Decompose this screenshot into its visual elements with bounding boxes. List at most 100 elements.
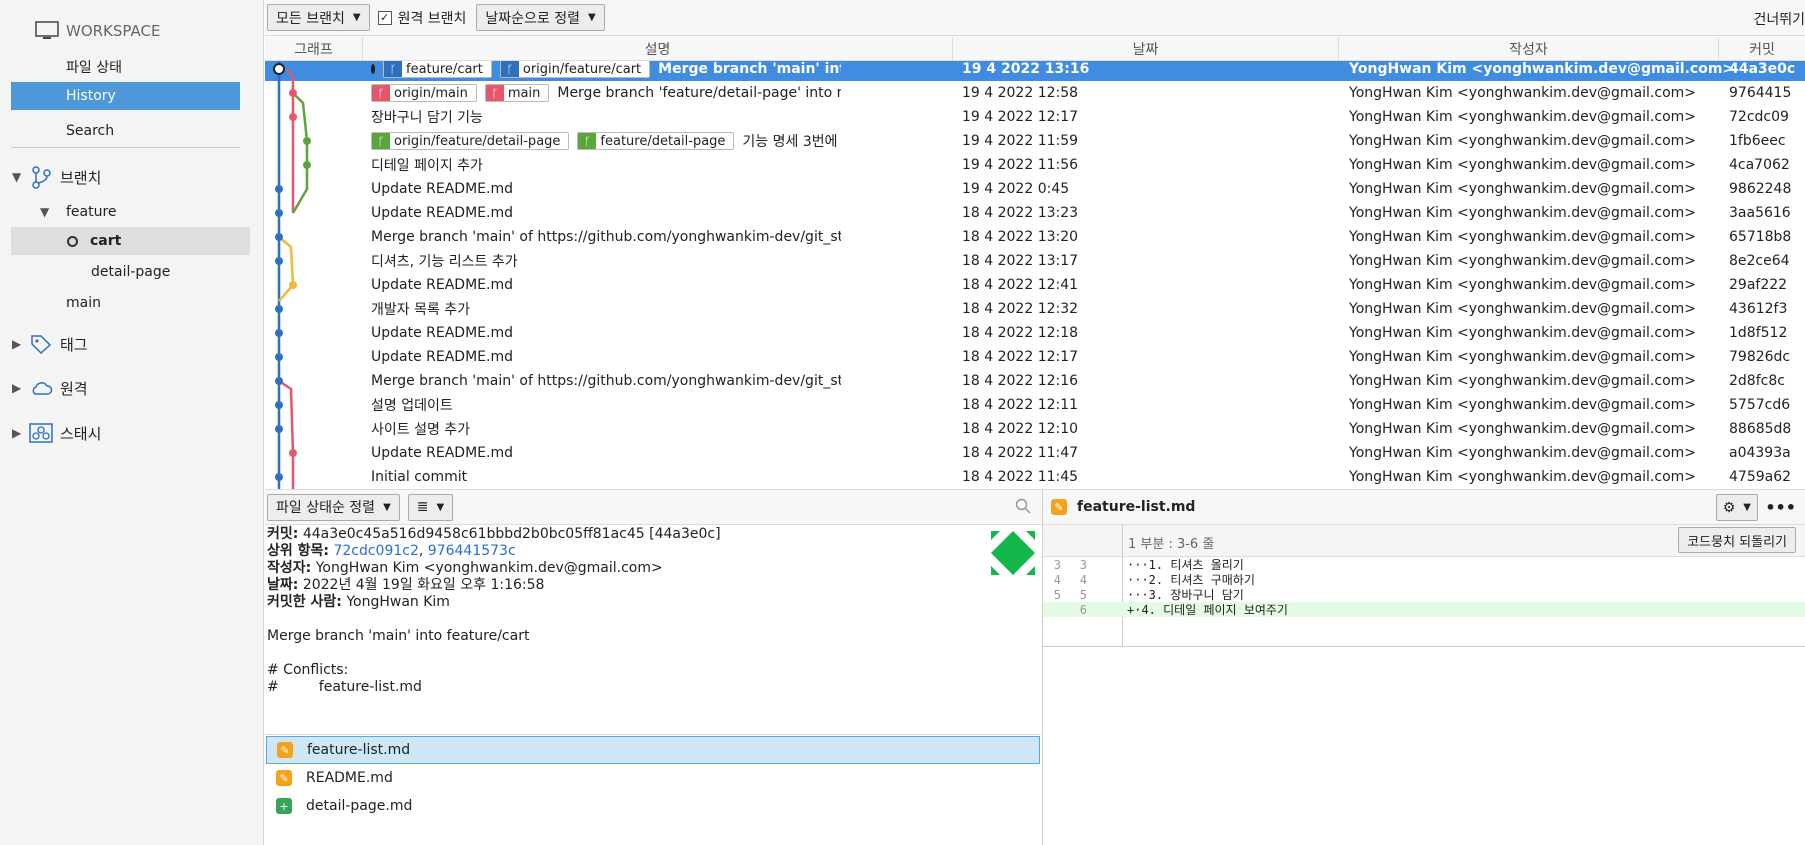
commit-message: Update README.md	[371, 181, 513, 197]
sidebar-item-cart[interactable]: cart	[11, 227, 250, 255]
commit-message: 디셔츠, 기능 리스트 추가	[371, 254, 518, 270]
commit-row[interactable]: Update README.md 18 4 2022 12:18 YongHwan …	[265, 321, 1805, 345]
graph-node	[275, 257, 283, 265]
commit-message: Update README.md	[371, 349, 513, 365]
graph-node	[303, 161, 311, 169]
sidebar-item-file-status[interactable]: 파일 상태	[66, 53, 122, 81]
branch-tag[interactable]: ᚴ origin/feature/cart	[499, 61, 651, 78]
current-branch-icon	[67, 235, 78, 247]
search-icon[interactable]	[1015, 498, 1031, 518]
commit-date: 18 4 2022 12:17	[962, 349, 1079, 365]
commit-message: Merge branch 'main' into feature/cart	[658, 61, 841, 77]
graph-node	[275, 329, 283, 337]
diff-pane: ✎ feature-list.md ⚙ ▼ ••• 1 부분 : 3-6 줄 코드…	[1042, 489, 1805, 845]
branch-icon: ᚴ	[384, 61, 402, 77]
commit-row[interactable]: Update README.md 18 4 2022 11:47 YongHwan …	[265, 441, 1805, 465]
remote-branches-checkbox[interactable]: ✓ 원격 브랜치	[377, 8, 466, 28]
sidebar-group-remotes[interactable]: ▶ 원격	[12, 374, 88, 402]
commit-row[interactable]: ᚴ origin/feature/detail-page ᚴ feature/deta…	[265, 129, 1805, 153]
file-sort-dropdown[interactable]: 파일 상태순 정렬 ▼	[267, 493, 400, 521]
sidebar-item-main[interactable]: main	[66, 289, 101, 317]
commit-row[interactable]: 장바구니 담기 기능 19 4 2022 12:17 YongHwan Kim <y…	[265, 105, 1805, 129]
commit-row[interactable]: 개발자 목록 추가 18 4 2022 12:32 YongHwan Kim <yo…	[265, 297, 1805, 321]
column-graph[interactable]: 그래프	[265, 37, 363, 60]
commit-author: YongHwan Kim <yonghwankim.dev@gmail.com>	[1349, 181, 1697, 197]
commit-hash: 9764415	[1729, 85, 1792, 101]
branch-filter-dropdown[interactable]: 모든 브랜치 ▼	[267, 4, 370, 31]
tag-icon	[28, 333, 54, 355]
chevron-down-icon: ▼	[588, 12, 596, 23]
sidebar-group-tags[interactable]: ▶ 태그	[12, 330, 88, 358]
commit-hash: 8e2ce64	[1729, 253, 1790, 269]
commit-row[interactable]: Update README.md 18 4 2022 13:23 YongHwan …	[265, 201, 1805, 225]
branch-tag[interactable]: ᚴ feature/cart	[383, 61, 492, 78]
commit-row[interactable]: Merge branch 'main' of https://github.co…	[265, 225, 1805, 249]
graph-lane-red	[278, 379, 295, 489]
commit-author: YongHwan Kim <yonghwankim.dev@gmail.com>	[1349, 277, 1697, 293]
graph-node	[275, 233, 283, 241]
sidebar-divider	[11, 147, 240, 148]
commit-detail: 커밋: 44a3e0c45a516d9458c61bbbd2b0bc05ff81…	[265, 526, 1041, 734]
file-row[interactable]: + detail-page.md	[266, 792, 1040, 820]
sidebar-group-stash[interactable]: ▶ 스태시	[12, 419, 101, 447]
file-sort-label: 파일 상태순 정렬	[276, 500, 376, 516]
date-value: 2022년 4월 19일 화요일 오후 1:16:58	[302, 577, 545, 593]
commit-row[interactable]: Initial commit 18 4 2022 11:45 YongHwan Ki…	[265, 465, 1805, 489]
commit-row[interactable]: Merge branch 'main' of https://github.co…	[265, 369, 1805, 393]
commit-row[interactable]: ᚴ feature/cart ᚴ origin/feature/cart Merge b…	[265, 61, 1805, 81]
commit-row[interactable]: Update README.md 18 4 2022 12:17 YongHwan …	[265, 345, 1805, 369]
commit-row[interactable]: 사이트 설명 추가 18 4 2022 12:10 YongHwan Kim <yo…	[265, 417, 1805, 441]
file-row[interactable]: ✎ README.md	[266, 764, 1040, 792]
sort-dropdown[interactable]: 날짜순으로 정렬 ▼	[476, 4, 605, 31]
branch-tag[interactable]: ᚴ feature/detail-page	[577, 132, 735, 150]
commit-row[interactable]: ᚴ origin/main ᚴ main Merge branch 'feature/d…	[265, 81, 1805, 105]
parent-separator: ,	[418, 543, 428, 559]
commit-hash: 65718b8	[1729, 229, 1792, 245]
commit-row[interactable]: Update README.md 19 4 2022 0:45 YongHwan K…	[265, 177, 1805, 201]
sidebar-group-feature[interactable]: ▼ feature	[40, 198, 117, 226]
commit-date: 19 4 2022 0:45	[962, 181, 1070, 197]
commit-hash: 5757cd6	[1729, 397, 1791, 413]
commit-date: 19 4 2022 12:58	[962, 85, 1079, 101]
commit-row[interactable]: 디셔츠, 기능 리스트 추가 18 4 2022 13:17 YongHwan Ki…	[265, 249, 1805, 273]
remotes-label: 원격	[60, 379, 88, 398]
revert-hunk-button[interactable]: 코드뭉치 되돌리기	[1678, 527, 1796, 553]
file-row[interactable]: ✎ feature-list.md	[266, 736, 1040, 764]
chevron-down-icon: ▼	[383, 501, 391, 513]
branch-tag[interactable]: ᚴ origin/main	[371, 84, 477, 102]
commit-description: 사이트 설명 추가	[371, 419, 841, 439]
sidebar-item-detail-page[interactable]: detail-page	[91, 258, 170, 286]
branch-icon: ᚴ	[578, 133, 597, 149]
diff-options-button[interactable]: ⚙ ▼	[1715, 494, 1758, 521]
skip-button[interactable]: 건너뛰기	[1753, 9, 1805, 29]
file-list-toolbar: 파일 상태순 정렬 ▼ ≣ ▼	[265, 489, 1041, 525]
head-marker-icon	[371, 64, 375, 74]
commit-row[interactable]: 설명 업데이트 18 4 2022 12:11 YongHwan Kim <yong…	[265, 393, 1805, 417]
column-date[interactable]: 날짜	[953, 37, 1339, 60]
sidebar-item-search[interactable]: Search	[66, 117, 114, 145]
branch-tag-label: origin/feature/detail-page	[394, 133, 561, 149]
parent-link-1[interactable]: 72cdc091c2	[333, 543, 418, 559]
commit-date: 19 4 2022 13:16	[962, 61, 1090, 77]
sidebar-item-history[interactable]: History	[11, 82, 240, 110]
graph-node	[275, 425, 283, 433]
column-commit[interactable]: 커밋	[1719, 37, 1805, 60]
more-icon[interactable]: •••	[1765, 498, 1796, 517]
commit-line: 커밋: 44a3e0c45a516d9458c61bbbd2b0bc05ff81…	[267, 526, 1041, 543]
column-description[interactable]: 설명	[363, 37, 953, 60]
branch-tag[interactable]: ᚴ main	[484, 84, 550, 102]
commit-description: 디셔츠, 기능 리스트 추가	[371, 251, 841, 271]
view-mode-dropdown[interactable]: ≣ ▼	[407, 493, 454, 521]
commit-hash: 9862248	[1729, 181, 1792, 197]
graph-node	[275, 473, 283, 481]
sidebar-group-branches[interactable]: ▼ 브랜치	[12, 163, 101, 191]
commit-row[interactable]: 디테일 페이지 추가 19 4 2022 11:56 YongHwan Kim <y…	[265, 153, 1805, 177]
graph-lane-yellow	[278, 236, 295, 302]
branch-tag[interactable]: ᚴ origin/feature/detail-page	[371, 132, 570, 150]
commit-row[interactable]: Update README.md 18 4 2022 12:41 YongHwan …	[265, 273, 1805, 297]
pencil-icon: ✎	[277, 742, 293, 758]
commit-description: Update README.md	[371, 205, 841, 221]
commit-message: 설명 업데이트	[371, 398, 453, 414]
parent-link-2[interactable]: 976441573c	[428, 543, 516, 559]
column-author[interactable]: 작성자	[1339, 37, 1719, 60]
